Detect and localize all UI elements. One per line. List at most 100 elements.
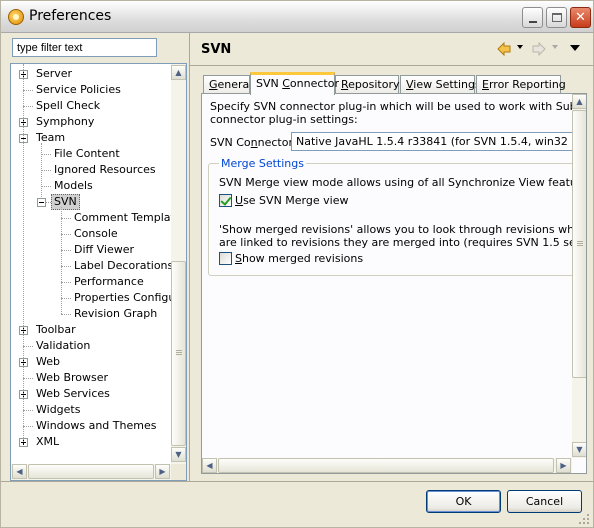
tree-item[interactable]: SVN [11, 194, 171, 210]
show-merged-revisions-label[interactable]: Show merged revisions [235, 252, 363, 265]
tab-error-reporting[interactable]: Error Reporting [476, 75, 566, 94]
ok-button[interactable]: OK [426, 490, 501, 513]
tree-item[interactable]: File Content [11, 146, 171, 162]
minimize-icon [523, 8, 542, 27]
svn-connector-select[interactable]: Native JavaHL 1.5.4 r33841 (for SVN 1.5.… [291, 132, 573, 151]
tree-item-label: Diff Viewer [74, 243, 134, 256]
title-bar[interactable]: Preferences ✕ [1, 1, 593, 33]
tree-item[interactable]: Spell Check [11, 98, 171, 114]
tree-item[interactable]: Symphony [11, 114, 171, 130]
forward-arrow-icon[interactable] [532, 42, 546, 56]
preferences-app-icon [8, 9, 24, 25]
content-scroll-thumb-horizontal[interactable] [218, 458, 554, 473]
resize-grip-icon[interactable] [578, 513, 590, 525]
tree-item-label: Windows and Themes [36, 419, 157, 432]
tree-item-label: Toolbar [36, 323, 76, 336]
tree-item-label: Comment Templates [74, 211, 171, 224]
back-dropdown-icon[interactable] [517, 45, 523, 49]
content-vertical-scrollbar[interactable]: ▲ ▼ [572, 94, 586, 458]
tree-item-label: Web [36, 355, 60, 368]
minimize-button[interactable] [522, 7, 543, 28]
panel-sash[interactable] [189, 33, 190, 481]
tree-item[interactable]: Toolbar [11, 322, 171, 338]
merge-description: SVN Merge view mode allows using of all … [219, 176, 573, 189]
tree-guide-line [61, 218, 71, 219]
footer-separator [1, 481, 593, 482]
use-svn-merge-view-label[interactable]: Use SVN Merge view [235, 194, 348, 207]
tree-guide-line [61, 250, 71, 251]
maximize-button[interactable] [546, 7, 567, 28]
merge-settings-legend: Merge Settings [219, 157, 306, 170]
tree-item[interactable]: Web [11, 354, 171, 370]
tab-repository[interactable]: Repository [335, 75, 400, 94]
tree-item-label: Models [54, 179, 93, 192]
tree-item-label: Service Policies [36, 83, 121, 96]
tree-guide-line [23, 106, 33, 107]
tree-item[interactable]: Web Services [11, 386, 171, 402]
tree-item[interactable]: XML [11, 434, 171, 450]
tree-item-label: XML [36, 435, 60, 448]
tree-guide-line [23, 378, 33, 379]
tree-item[interactable]: Ignored Resources [11, 162, 171, 178]
scroll-up-arrow-icon[interactable]: ▲ [171, 65, 186, 80]
tree-item[interactable]: Comment Templates [11, 210, 171, 226]
tab-svn-connector[interactable]: SVN Connector [250, 72, 339, 95]
tree-item[interactable]: Models [11, 178, 171, 194]
forward-dropdown-icon[interactable] [552, 45, 558, 49]
tree-item[interactable]: Console [11, 226, 171, 242]
show-merged-revisions-checkbox[interactable] [219, 252, 232, 265]
tree-item-label: SVN [51, 194, 80, 210]
tree-guide-line [23, 346, 33, 347]
content-horizontal-scrollbar[interactable]: ◀ ▶ [202, 458, 572, 473]
scroll-thumb-horizontal[interactable] [28, 464, 154, 479]
close-icon: ✕ [575, 10, 586, 25]
content-scroll-up-icon[interactable]: ▲ [572, 94, 586, 109]
collapse-icon[interactable] [37, 198, 46, 207]
content-scroll-down-icon[interactable]: ▼ [572, 442, 586, 457]
tree-item[interactable]: Revision Graph [11, 306, 171, 322]
svn-connector-tab-content: Specify SVN connector plug-in which will… [201, 93, 587, 474]
tree-item[interactable]: Team [11, 130, 171, 146]
tree-item-label: Performance [74, 275, 144, 288]
tree-item[interactable]: Windows and Themes [11, 418, 171, 434]
window-title: Preferences [29, 8, 112, 24]
tab-view-settings[interactable]: View Settings [400, 75, 481, 94]
tree-guide-line [61, 314, 71, 315]
tree-guide-line [23, 90, 33, 91]
tree-horizontal-scrollbar[interactable]: ◀ ▶ [11, 464, 171, 480]
tree-item[interactable]: Diff Viewer [11, 242, 171, 258]
view-menu-icon[interactable] [570, 45, 580, 51]
tree-item[interactable]: Server [11, 66, 171, 82]
back-arrow-icon[interactable] [497, 42, 511, 56]
tab-general[interactable]: General [203, 75, 252, 94]
tree-guide-line [61, 207, 62, 314]
tree-guide-line [61, 282, 71, 283]
content-scroll-thumb[interactable] [572, 110, 586, 378]
scroll-corner [171, 464, 186, 480]
cancel-button[interactable]: Cancel [507, 490, 582, 513]
header-separator [190, 65, 593, 66]
tree-vertical-scrollbar[interactable]: ▲ ▼ [171, 64, 186, 464]
show-merged-description-1: 'Show merged revisions' allows you to lo… [219, 223, 573, 236]
tree-item[interactable]: Validation [11, 338, 171, 354]
tree-item[interactable]: Properties Configura [11, 290, 171, 306]
preference-tree[interactable]: Server Service Policies Spell Check Symphon… [11, 64, 171, 462]
tree-item[interactable]: Widgets [11, 402, 171, 418]
tree-item[interactable]: Web Browser [11, 370, 171, 386]
filter-input[interactable] [12, 38, 157, 57]
tree-item[interactable]: Label Decorations [11, 258, 171, 274]
content-scroll-right-icon[interactable]: ▶ [556, 458, 571, 473]
scroll-thumb[interactable] [171, 261, 186, 446]
scroll-right-arrow-icon[interactable]: ▶ [155, 464, 170, 479]
content-scroll-left-icon[interactable]: ◀ [202, 458, 217, 473]
tree-item[interactable]: Service Policies [11, 82, 171, 98]
close-button[interactable]: ✕ [570, 7, 591, 28]
tab-content-viewport: Specify SVN connector plug-in which will… [202, 94, 573, 460]
scroll-down-arrow-icon[interactable]: ▼ [171, 447, 186, 462]
use-svn-merge-view-checkbox[interactable] [219, 194, 232, 207]
scroll-left-arrow-icon[interactable]: ◀ [12, 464, 27, 479]
tree-guide-line [23, 64, 24, 442]
tree-guide-line [23, 426, 33, 427]
tree-item[interactable]: Performance [11, 274, 171, 290]
tree-guide-line [41, 170, 51, 171]
